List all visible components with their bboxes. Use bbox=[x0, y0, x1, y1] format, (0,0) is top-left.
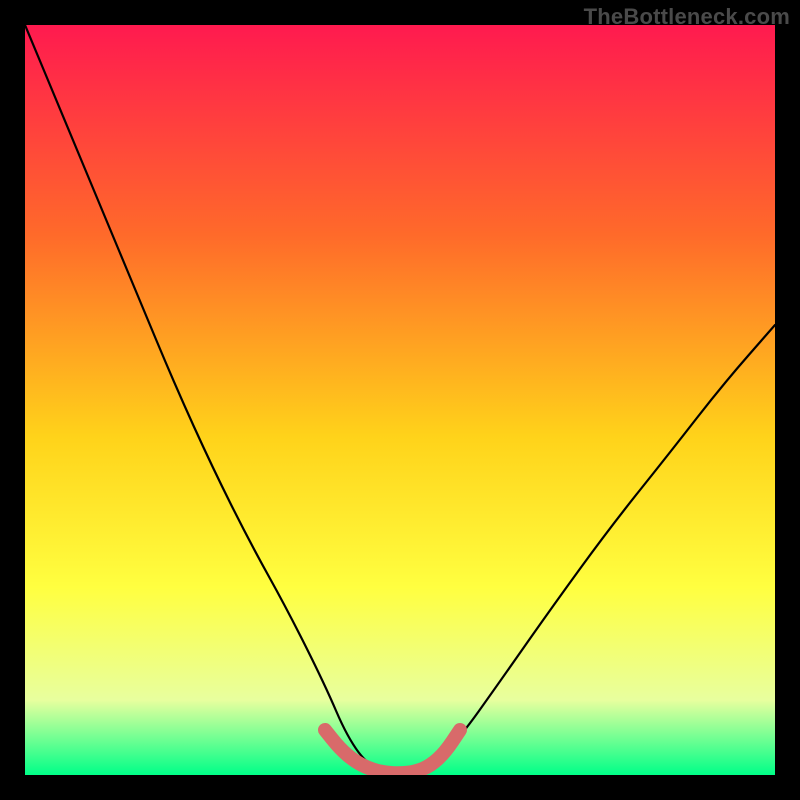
chart-svg bbox=[25, 25, 775, 775]
watermark-text: TheBottleneck.com bbox=[584, 4, 790, 30]
gradient-background bbox=[25, 25, 775, 775]
plot-area bbox=[25, 25, 775, 775]
chart-frame: TheBottleneck.com bbox=[0, 0, 800, 800]
